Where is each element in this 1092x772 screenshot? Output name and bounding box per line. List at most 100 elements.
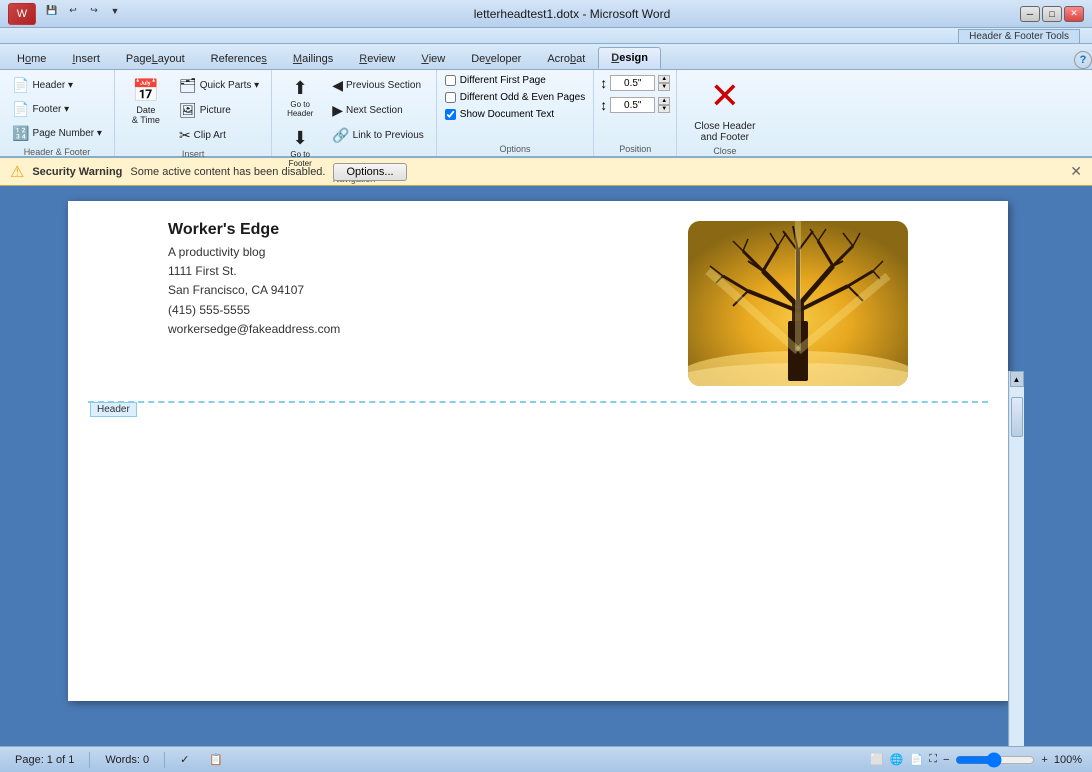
- customize-quick-btn[interactable]: ▼: [106, 3, 124, 19]
- position-content: ↕ ▲ ▼ ↕ ▲ ▼: [600, 74, 670, 142]
- header-pos-up[interactable]: ▲: [658, 75, 670, 83]
- spell-check-icon[interactable]: ✓: [175, 753, 194, 766]
- document-body[interactable]: [68, 403, 1008, 683]
- prev-section-icon: ◀: [332, 77, 343, 94]
- header-pos-input[interactable]: [610, 75, 655, 91]
- zoom-slider[interactable]: [955, 754, 1035, 766]
- footer-label: Footer ▾: [32, 104, 69, 115]
- view-web-btn[interactable]: 🌐: [890, 753, 904, 766]
- undo-quick-btn[interactable]: ↩: [64, 3, 82, 19]
- options-group-label: Options: [443, 142, 587, 154]
- vertical-scrollbar[interactable]: ▲ ▼ ▼: [1008, 371, 1024, 746]
- next-section-btn[interactable]: ▶ Next Section: [326, 99, 430, 122]
- picture-label: Picture: [200, 105, 231, 116]
- close-header-footer-btn[interactable]: ✕ Close Headerand Footer: [683, 74, 766, 144]
- header-footer-group-label: Header & Footer: [6, 145, 108, 157]
- clip-art-btn[interactable]: ✂ Clip Art: [173, 124, 265, 147]
- zoom-out-btn[interactable]: −: [943, 754, 949, 766]
- header-dropdown-btn[interactable]: 📄 Header ▾: [6, 74, 108, 97]
- window-controls: ─ □ ✕: [1020, 6, 1084, 22]
- date-time-btn[interactable]: 📅 Date& Time: [121, 74, 171, 129]
- header-position-row: ↕ ▲ ▼: [600, 75, 670, 91]
- goto-header-icon: ⬆: [293, 78, 308, 99]
- options-group: Different First Page Different Odd & Eve…: [437, 70, 594, 156]
- footer-position-row: ↕ ▲ ▼: [600, 97, 670, 113]
- previous-section-label: Previous Section: [346, 80, 421, 91]
- tab-references[interactable]: References: [198, 47, 280, 69]
- quick-parts-btn[interactable]: 🗂 Quick Parts ▾: [173, 74, 265, 97]
- save-quick-btn[interactable]: 💾: [43, 3, 61, 19]
- address2: San Francisco, CA 94107: [168, 281, 340, 300]
- tab-review[interactable]: Review: [346, 47, 408, 69]
- security-options-btn[interactable]: Options...: [333, 163, 406, 181]
- word-count-status: Words: 0: [100, 754, 154, 766]
- link-to-previous-btn[interactable]: 🔗 Link to Previous: [326, 124, 430, 147]
- page-number-label: Page Number ▾: [32, 128, 102, 139]
- position-inputs: ↕ ▲ ▼ ↕ ▲ ▼: [600, 74, 670, 114]
- header-pos-down[interactable]: ▼: [658, 83, 670, 91]
- scroll-thumb[interactable]: [1011, 397, 1023, 437]
- close-content: ✕ Close Headerand Footer: [683, 74, 766, 144]
- different-first-page-row: Different First Page: [443, 74, 587, 87]
- tab-view[interactable]: View: [408, 47, 458, 69]
- tab-insert[interactable]: Insert: [59, 47, 113, 69]
- scroll-up-btn[interactable]: ▲: [1010, 371, 1024, 387]
- close-button[interactable]: ✕: [1064, 6, 1084, 22]
- insert-col2: 🗂 Quick Parts ▾ 🖼 Picture ✂ Clip Art: [173, 74, 265, 147]
- hf-tools-text: Header & Footer Tools: [958, 29, 1080, 43]
- header-region-label: Header: [90, 402, 137, 417]
- footer-pos-spinners: ▲ ▼: [658, 97, 670, 113]
- track-changes-icon[interactable]: 📋: [204, 753, 228, 766]
- tab-developer[interactable]: Developer: [458, 47, 534, 69]
- ribbon-tabs: Home Insert Page Layout References Maili…: [0, 44, 1092, 70]
- redo-quick-btn[interactable]: ↪: [85, 3, 103, 19]
- view-print-btn[interactable]: 📄: [910, 753, 924, 766]
- view-normal-btn[interactable]: ⬜: [870, 753, 884, 766]
- goto-footer-icon: ⬇: [293, 128, 308, 149]
- footer-pos-input[interactable]: [610, 97, 655, 113]
- company-name: Worker's Edge: [168, 221, 340, 239]
- tab-design[interactable]: Design: [598, 47, 661, 69]
- picture-btn[interactable]: 🖼 Picture: [173, 99, 265, 122]
- goto-header-btn[interactable]: ⬆ Go toHeader: [278, 74, 322, 122]
- tab-acrobat[interactable]: Acrobat: [534, 47, 598, 69]
- tab-home[interactable]: Home: [4, 47, 59, 69]
- maximize-button[interactable]: □: [1042, 6, 1062, 22]
- status-right: ⬜ 🌐 📄 ⛶ − + 100%: [870, 753, 1082, 766]
- office-button[interactable]: W: [8, 3, 36, 25]
- view-full-screen-btn[interactable]: ⛶: [929, 753, 937, 766]
- window-title: letterheadtest1.dotx - Microsoft Word: [124, 7, 1020, 21]
- previous-section-btn[interactable]: ◀ Previous Section: [326, 74, 430, 97]
- header-divider: Header: [88, 401, 988, 403]
- minimize-button[interactable]: ─: [1020, 6, 1040, 22]
- help-button[interactable]: ?: [1074, 51, 1092, 69]
- date-time-icon: 📅: [132, 78, 159, 104]
- options-content: Different First Page Different Odd & Eve…: [443, 74, 587, 142]
- navigation-content: ⬆ Go toHeader ⬇ Go toFooter ◀ Previous S…: [278, 74, 430, 172]
- document-page: Worker's Edge A productivity blog 1111 F…: [68, 201, 1008, 701]
- zoom-in-btn[interactable]: +: [1041, 754, 1047, 766]
- document-area: Worker's Edge A productivity blog 1111 F…: [0, 186, 1092, 746]
- tab-page-layout[interactable]: Page Layout: [113, 47, 198, 69]
- header-pos-icon: ↕: [600, 75, 607, 91]
- different-odd-even-checkbox[interactable]: [445, 92, 456, 103]
- different-first-page-checkbox[interactable]: [445, 75, 456, 86]
- header-footer-group: 📄 Header ▾ 📄 Footer ▾ 🔢 Page Number ▾ He…: [0, 70, 115, 156]
- page-status: Page: 1 of 1: [10, 754, 79, 766]
- footer-pos-down[interactable]: ▼: [658, 105, 670, 113]
- insert-group-label: Insert: [121, 147, 265, 159]
- different-first-page-label: Different First Page: [460, 75, 546, 86]
- scroll-track[interactable]: [1010, 387, 1024, 746]
- security-warning-title: Security Warning: [32, 166, 122, 178]
- footer-dropdown-btn[interactable]: 📄 Footer ▾: [6, 98, 108, 121]
- link-prev-icon: 🔗: [332, 127, 349, 144]
- page-number-dropdown-btn[interactable]: 🔢 Page Number ▾: [6, 122, 108, 145]
- tab-mailings[interactable]: Mailings: [280, 47, 346, 69]
- different-odd-even-row: Different Odd & Even Pages: [443, 91, 587, 104]
- show-document-text-label: Show Document Text: [460, 109, 554, 120]
- close-hf-icon: ✕: [710, 75, 740, 117]
- footer-pos-up[interactable]: ▲: [658, 97, 670, 105]
- insert-group: 📅 Date& Time 🗂 Quick Parts ▾ 🖼 Picture ✂…: [115, 70, 272, 156]
- security-bar-close-btn[interactable]: ✕: [1070, 163, 1082, 180]
- show-document-text-checkbox[interactable]: [445, 109, 456, 120]
